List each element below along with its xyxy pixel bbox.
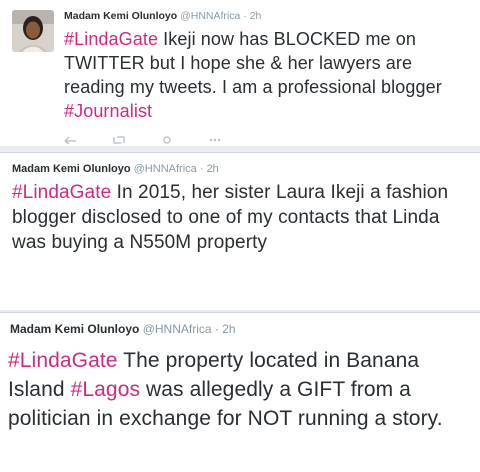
author-name[interactable]: Madam Kemi Olunloyo xyxy=(12,163,131,175)
hashtag-link[interactable]: #LindaGate xyxy=(12,182,111,203)
hashtag-link[interactable]: #LindaGate xyxy=(64,29,158,49)
author-handle[interactable]: @HNNAfrica xyxy=(180,10,240,22)
tweet-card[interactable]: Madam Kemi Olunloyo @HNNAfrica · 2h #Lin… xyxy=(0,312,480,472)
avatar[interactable] xyxy=(12,10,54,52)
tweet-text: #LindaGate In 2015, her sister Laura Ike… xyxy=(12,180,474,255)
hashtag-link[interactable]: #Lagos xyxy=(71,378,141,401)
tweet-card[interactable]: Madam Kemi Olunloyo @HNNAfrica · 2h #Lin… xyxy=(0,152,480,311)
retweet-icon[interactable] xyxy=(112,136,126,144)
tweet-text: #LindaGate Ikeji now has BLOCKED me on T… xyxy=(64,27,474,123)
tweet-header: Madam Kemi Olunloyo @HNNAfrica · 2h xyxy=(64,9,261,23)
author-handle[interactable]: @HNNAfrica xyxy=(134,163,197,175)
hashtag-link[interactable]: #LindaGate xyxy=(8,349,118,372)
tweet-timestamp[interactable]: 2h xyxy=(250,10,262,22)
tweet-header: Madam Kemi Olunloyo @HNNAfrica · 2h xyxy=(12,162,219,176)
author-name[interactable]: Madam Kemi Olunloyo xyxy=(64,10,177,22)
tweet-card[interactable]: Madam Kemi Olunloyo @HNNAfrica · 2h #Lin… xyxy=(0,0,480,146)
separator-dot: · xyxy=(199,163,204,175)
separator-dot: · xyxy=(214,322,219,336)
like-icon[interactable] xyxy=(160,136,174,144)
author-name[interactable]: Madam Kemi Olunloyo xyxy=(10,322,139,336)
reply-icon[interactable] xyxy=(64,136,78,144)
tweet-actions xyxy=(64,136,222,144)
tweet-timestamp[interactable]: 2h xyxy=(222,322,235,336)
tweet-timestamp[interactable]: 2h xyxy=(207,163,219,175)
more-icon[interactable] xyxy=(208,136,222,144)
separator-dot: · xyxy=(243,10,247,22)
author-handle[interactable]: @HNNAfrica xyxy=(143,322,212,336)
tweet-text: #LindaGate The property located in Banan… xyxy=(8,346,478,433)
tweet-header: Madam Kemi Olunloyo @HNNAfrica · 2h xyxy=(10,322,236,336)
hashtag-link[interactable]: #Journalist xyxy=(64,101,152,121)
